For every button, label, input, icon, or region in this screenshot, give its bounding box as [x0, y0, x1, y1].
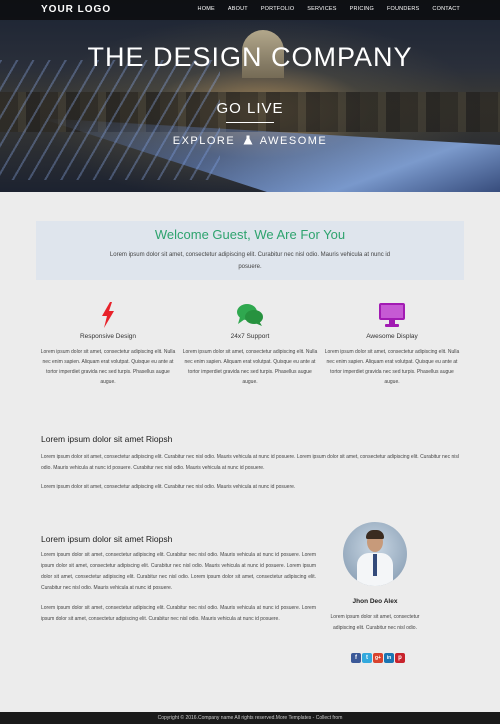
person-bio: Lorem ipsum dolor sit amet, consectetur … [330, 614, 420, 631]
welcome-text: Lorem ipsum dolor sit amet, consectetur … [109, 252, 391, 270]
nav-about[interactable]: ABOUT [228, 6, 248, 12]
monitor-icon [379, 303, 405, 327]
footer-text-collect: - Collect from [312, 715, 343, 721]
hero-title: THE DESIGN COMPANY [87, 42, 413, 72]
feature-text: Lorem ipsum dolor sit amet, consectetur … [324, 349, 460, 385]
hero-divider [226, 122, 274, 123]
hero-banner: THE DESIGN COMPANY GO LIVE EXPLORE AWESO… [0, 0, 500, 192]
feature-title: Awesome Display [366, 333, 418, 340]
section-title: Lorem ipsum dolor sit amet Riopsh [41, 534, 173, 544]
site-logo[interactable]: YOUR LOGO [41, 4, 111, 15]
footer: Copyright © 2016.Company name All rights… [0, 712, 500, 724]
chat-icon [237, 304, 263, 326]
footer-copyright: Copyright © 2016.Company name All rights… [0, 712, 500, 724]
nav-portfolio[interactable]: PORTFOLIO [261, 6, 294, 12]
flask-icon [243, 135, 253, 145]
lightning-icon [102, 302, 114, 328]
section-paragraph: Lorem ipsum dolor sit amet, consectetur … [41, 454, 459, 471]
avatar [343, 522, 407, 586]
hero-subtitle: GO LIVE [216, 100, 284, 117]
pinterest-icon[interactable]: p [395, 653, 405, 663]
section-paragraph: Lorem ipsum dolor sit amet, consectetur … [41, 484, 296, 490]
feature-title: Responsive Design [79, 333, 136, 340]
social-links: f t g+ in p [351, 653, 405, 663]
welcome-heading: Welcome Guest, We Are For You [154, 227, 346, 242]
nav-pricing[interactable]: PRICING [350, 6, 374, 12]
feature-responsive: Responsive Design Lorem ipsum dolor sit … [38, 300, 178, 387]
hero-tagline-left: EXPLORE [172, 135, 236, 147]
feature-text: Lorem ipsum dolor sit amet, consectetur … [182, 349, 318, 385]
nav-home[interactable]: HOME [198, 6, 215, 12]
nav-founders[interactable]: FOUNDERS [387, 6, 419, 12]
nav-contact[interactable]: CONTACT [432, 6, 460, 12]
facebook-icon[interactable]: f [351, 653, 361, 663]
footer-text: Copyright © 2016.Company name All rights… [157, 715, 312, 721]
section-paragraph: Lorem ipsum dolor sit amet, consectetur … [41, 552, 316, 591]
feature-title: 24x7 Support [230, 333, 270, 340]
google-plus-icon[interactable]: g+ [373, 653, 383, 663]
nav-services[interactable]: SERVICES [307, 6, 336, 12]
twitter-icon[interactable]: t [362, 653, 372, 663]
section-paragraph: Lorem ipsum dolor sit amet, consectetur … [41, 605, 316, 622]
section-title: Lorem ipsum dolor sit amet Riopsh [41, 434, 173, 444]
linkedin-icon[interactable]: in [384, 653, 394, 663]
nav-menu: HOME ABOUT PORTFOLIO SERVICES PRICING FO… [198, 6, 460, 12]
top-navbar: YOUR LOGO HOME ABOUT PORTFOLIO SERVICES … [0, 0, 500, 20]
hero-tagline-right: AWESOME [259, 135, 328, 147]
feature-text: Lorem ipsum dolor sit amet, consectetur … [40, 349, 176, 385]
hero-tagline: EXPLORE AWESOME [0, 135, 500, 147]
welcome-box: Welcome Guest, We Are For You Lorem ipsu… [36, 221, 464, 280]
person-name: Jhon Deo Alex [352, 598, 398, 605]
feature-display: Awesome Display Lorem ipsum dolor sit am… [322, 300, 462, 387]
feature-support: 24x7 Support Lorem ipsum dolor sit amet,… [180, 300, 320, 387]
